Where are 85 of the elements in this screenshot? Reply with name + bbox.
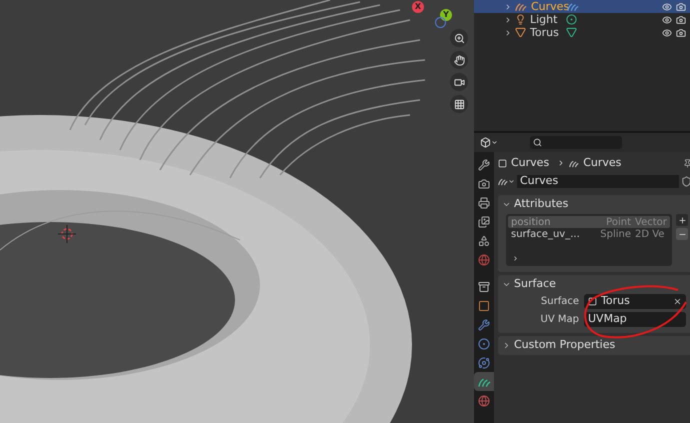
attribute-cell-text: 2D Ve xyxy=(634,228,666,242)
editor-icon xyxy=(480,137,491,148)
curves-icon xyxy=(478,376,490,388)
outliner-row[interactable]: Curves xyxy=(474,0,690,13)
cursor-icon xyxy=(58,225,76,243)
zoom-icon xyxy=(454,32,464,44)
attribute-cell-text: Point xyxy=(605,216,631,229)
circle-dot-icon xyxy=(478,338,490,350)
chevron-right-icon xyxy=(502,341,511,350)
expand-icon[interactable] xyxy=(512,255,519,262)
square-icon xyxy=(478,300,490,312)
eye-icon[interactable] xyxy=(662,14,672,24)
curves-icon xyxy=(567,1,579,12)
images-icon xyxy=(478,216,490,228)
chevron-down-icon xyxy=(508,178,515,185)
shield-icon[interactable] xyxy=(681,176,690,187)
search-icon xyxy=(533,138,542,147)
viewport[interactable]: X Y xyxy=(0,0,474,423)
object-name: Curves xyxy=(531,0,567,13)
eye-icon[interactable] xyxy=(662,2,672,12)
grid-view-button[interactable] xyxy=(450,95,468,113)
sphere-icon xyxy=(478,394,490,406)
input-field[interactable]: UVMap xyxy=(584,312,686,327)
outliner-row[interactable]: Torus xyxy=(474,26,690,39)
plus-icon xyxy=(678,216,686,224)
object-name: Light xyxy=(530,13,558,26)
axis-handle[interactable] xyxy=(435,17,446,28)
panel-header[interactable]: Surface xyxy=(498,275,690,294)
attribute-cell-text: Spline xyxy=(599,228,631,242)
printer-icon xyxy=(478,196,490,208)
square-icon xyxy=(498,158,507,168)
attribute-cell-text: position xyxy=(511,216,552,229)
wrench-icon xyxy=(478,318,490,330)
datablock-browse-button[interactable] xyxy=(498,177,515,186)
axis-handle[interactable]: X xyxy=(412,1,424,13)
triangle-icon xyxy=(515,27,526,38)
axis-handle[interactable]: Y xyxy=(440,9,452,21)
field-label: UV Map xyxy=(540,313,579,327)
input-field[interactable]: Curves xyxy=(517,175,679,188)
input-field[interactable]: Torus xyxy=(584,294,686,309)
search-field[interactable] xyxy=(530,136,622,149)
curves-icon xyxy=(515,1,527,12)
orbit-icon xyxy=(478,356,490,368)
field-label: Surface xyxy=(540,295,579,309)
outliner-row[interactable]: Light xyxy=(474,13,690,26)
field-value: UVMap xyxy=(588,311,628,328)
globe-icon xyxy=(478,254,490,266)
camera-icon[interactable] xyxy=(676,14,686,24)
object-name: Torus xyxy=(530,26,560,39)
camera-view-button[interactable] xyxy=(450,73,468,91)
chevron-down-icon xyxy=(502,280,511,289)
remove-button[interactable] xyxy=(676,228,688,240)
field-value: Torus xyxy=(601,293,631,310)
add-button[interactable] xyxy=(676,214,688,226)
curves-icon xyxy=(498,177,508,186)
grid-icon xyxy=(454,98,464,110)
clear-icon[interactable] xyxy=(673,297,682,306)
camera-icon[interactable] xyxy=(676,28,686,38)
eye-icon[interactable] xyxy=(662,28,672,38)
attribute-cell-text: Vector xyxy=(634,216,667,230)
camera-icon xyxy=(478,178,490,190)
video-camera-icon xyxy=(454,76,464,88)
pan-button[interactable] xyxy=(450,51,468,69)
hand-icon xyxy=(454,54,464,66)
lightbulb-icon xyxy=(515,14,526,25)
panel-header[interactable]: Attributes xyxy=(498,195,690,214)
shapes-icon xyxy=(478,234,490,246)
chevron-down-icon xyxy=(491,139,498,146)
editor-type-button[interactable] xyxy=(480,137,498,148)
light-data-icon xyxy=(566,14,577,25)
chevron-down-icon xyxy=(502,200,511,209)
panel-header[interactable]: Custom Properties xyxy=(498,336,690,355)
camera-icon[interactable] xyxy=(676,2,686,12)
curves-icon xyxy=(569,158,580,168)
properties-tab[interactable] xyxy=(474,372,494,391)
zoom-button[interactable] xyxy=(450,29,468,47)
archive-icon xyxy=(478,280,490,292)
attribute-cell-text: surface_uv_... xyxy=(511,228,581,242)
mesh-data-icon xyxy=(566,27,577,38)
breadcrumb-item: Curves xyxy=(511,154,550,171)
pin-icon[interactable] xyxy=(683,158,690,168)
breadcrumb-item: Curves xyxy=(583,154,622,171)
attribute-row[interactable]: surface_uv_... Spline 2D Ve xyxy=(508,228,670,240)
wrench-icon xyxy=(478,158,490,170)
square-icon xyxy=(588,297,597,306)
